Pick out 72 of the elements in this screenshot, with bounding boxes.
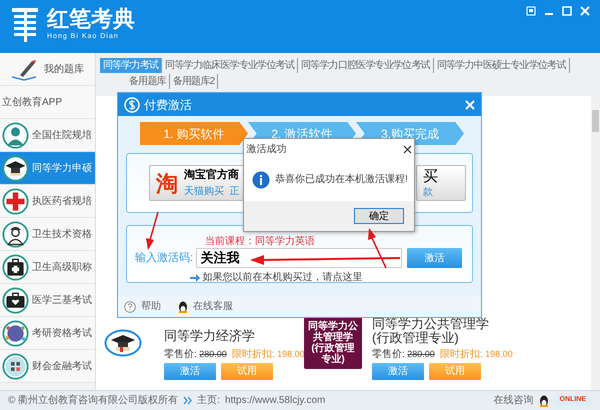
calculator-icon — [2, 352, 29, 380]
penguin-icon — [538, 394, 549, 406]
discount-price: 198.00 — [277, 348, 305, 360]
sidebar-item[interactable]: 卫生技术资格 — [0, 218, 95, 251]
course-title: 同等学力经济学 — [164, 328, 256, 342]
retail-price: 280.00 — [407, 348, 435, 360]
graduation-cap-icon — [2, 154, 29, 182]
sidebar-item[interactable]: 同等学力申硕 — [0, 152, 95, 185]
tab[interactable]: 同等学力临床医学专业学位考试 — [162, 58, 298, 73]
activate-button[interactable]: 激活 — [407, 248, 462, 268]
sidebar-item[interactable]: 考研资格考试 — [0, 317, 95, 350]
chevron-icon — [183, 396, 192, 405]
ok-button[interactable]: 确定 — [354, 208, 404, 224]
penguin-icon — [178, 300, 188, 312]
briefcase-icon — [2, 254, 29, 280]
online-consult-link[interactable]: 在线咨询 — [494, 393, 534, 408]
discount-label: 限时折扣: — [440, 348, 483, 360]
buy-subtitle: 款 — [423, 186, 434, 200]
maximize-icon[interactable] — [562, 6, 572, 16]
dialog-title: 付费激活 — [144, 96, 192, 114]
activate-button[interactable]: 激活 — [164, 363, 216, 380]
help-link[interactable]: 帮助 — [141, 299, 161, 314]
app-link[interactable]: 立创教育APP — [0, 86, 95, 119]
dollar-icon — [124, 96, 140, 112]
taobao-logo: 淘 — [156, 170, 178, 198]
tab[interactable]: 同等学力考试 — [100, 58, 162, 73]
app-title: 红笔考典 — [47, 6, 135, 32]
copyright-text: © 衢州立创教育咨询有限公司版权所有 — [8, 394, 178, 408]
support-link[interactable]: 在线客服 — [193, 299, 233, 314]
nurse-icon — [2, 220, 29, 248]
pen-icon — [10, 57, 38, 81]
purchase-hint-link[interactable]: 如果您以前在本机购买过，请点这里 — [202, 270, 362, 285]
library-item[interactable]: 我的题库 — [0, 53, 95, 86]
taobao-subtitle: 天猫购买 正 — [184, 184, 240, 199]
info-icon — [252, 170, 270, 188]
retail-price: 280.00 — [199, 348, 227, 360]
restore-icon[interactable] — [526, 6, 536, 16]
current-course: 当前课程：同等学力英语 — [205, 235, 316, 248]
scroll-thumb[interactable] — [592, 110, 599, 132]
tab[interactable]: 同等学力中医硕士专业学位考试 — [434, 58, 570, 73]
tab[interactable]: 备用题库 — [126, 74, 170, 89]
price-label: 零售价: — [372, 348, 405, 360]
book-cover: 同等学力公共管理学(行政管理专业) — [304, 317, 362, 369]
medical-bag-icon — [2, 286, 29, 314]
price-label: 零售价: — [164, 348, 197, 360]
scrollbar[interactable] — [591, 96, 600, 390]
sidebar-item[interactable]: 执医药省规培 — [0, 185, 95, 218]
sidebar-item[interactable]: 医学三基考试 — [0, 284, 95, 317]
sidebar-item[interactable]: 卫生高级职称 — [0, 251, 95, 284]
discount-label: 限时折扣: — [232, 348, 275, 360]
homepage-link[interactable]: https://www.58lcjy.com — [224, 393, 326, 408]
close-icon[interactable] — [402, 144, 412, 154]
message-title: 激活成功 — [246, 142, 286, 156]
person-icon — [2, 122, 29, 148]
sidebar-item[interactable]: 全国住院规培 — [0, 119, 95, 152]
tab[interactable]: 同等学力口腔医学专业学位考试 — [298, 58, 434, 73]
sidebar-item[interactable]: 财会金融考试 — [0, 350, 95, 383]
homepage-label: 主页: — [197, 394, 220, 408]
tab[interactable]: 备用题库2 — [170, 74, 218, 89]
taobao-title: 淘宝官方商 — [184, 168, 240, 184]
buy-button[interactable]: 买 款 — [416, 165, 466, 201]
code-label: 输入激活码: — [135, 250, 194, 266]
help-icon — [124, 300, 136, 312]
activate-button[interactable]: 激活 — [372, 363, 424, 380]
medical-cross-icon — [2, 188, 29, 214]
discount-price: 198.00 — [485, 348, 513, 360]
people-icon — [2, 320, 29, 346]
arrow-right-icon — [190, 274, 200, 282]
graduation-cap-icon — [104, 328, 142, 356]
activation-code-field[interactable]: 关注我 — [196, 248, 402, 268]
arrow — [146, 212, 159, 250]
buy-title: 买 — [423, 168, 439, 185]
